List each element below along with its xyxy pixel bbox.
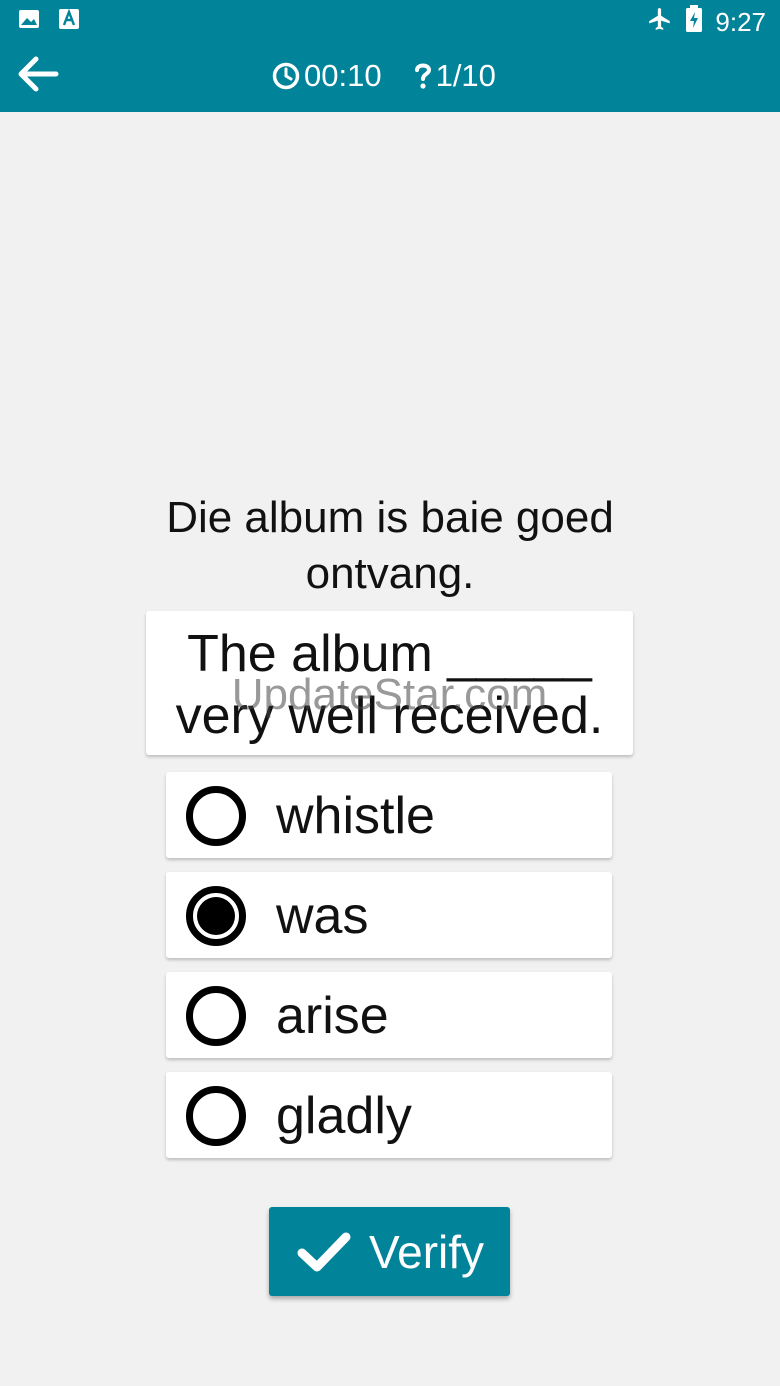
checkmark-icon: [297, 1232, 351, 1271]
arrow-left-icon: [18, 56, 59, 92]
status-bar: 9:27: [0, 0, 780, 40]
radio-button[interactable]: [186, 1086, 246, 1146]
app-bar: 9:27 00:10 1/10: [0, 0, 780, 112]
timer: 00:10: [272, 58, 382, 94]
option-label: arise: [276, 987, 389, 1045]
option-label: gladly: [276, 1087, 412, 1145]
timer-value: 00:10: [304, 58, 382, 93]
option-label: whistle: [276, 787, 435, 845]
sentence-card: The album _____ very well received.: [146, 611, 633, 755]
option-arise[interactable]: arise: [166, 972, 612, 1058]
back-button[interactable]: [16, 56, 60, 92]
question-mark-icon: [414, 63, 431, 89]
text-icon: [58, 8, 80, 30]
battery-charging-icon: [685, 5, 703, 40]
option-was[interactable]: was: [166, 872, 612, 958]
verify-label: Verify: [369, 1225, 485, 1278]
question-prompt: Die album is baie goed ontvang.: [166, 493, 614, 598]
option-gladly[interactable]: gladly: [166, 1072, 612, 1158]
option-label: was: [276, 887, 369, 945]
image-icon: [18, 8, 40, 30]
progress-value: 1/10: [435, 58, 496, 93]
question-progress: 1/10: [414, 58, 496, 94]
option-whistle[interactable]: whistle: [166, 772, 612, 858]
airplane-icon: [647, 6, 673, 39]
clock-icon: [272, 62, 300, 90]
sentence-text: The album _____ very well received.: [175, 625, 604, 745]
status-time: 9:27: [715, 7, 766, 37]
radio-button[interactable]: [186, 986, 246, 1046]
radio-button-selected[interactable]: [186, 886, 246, 946]
verify-button[interactable]: Verify: [269, 1207, 510, 1296]
radio-button[interactable]: [186, 786, 246, 846]
